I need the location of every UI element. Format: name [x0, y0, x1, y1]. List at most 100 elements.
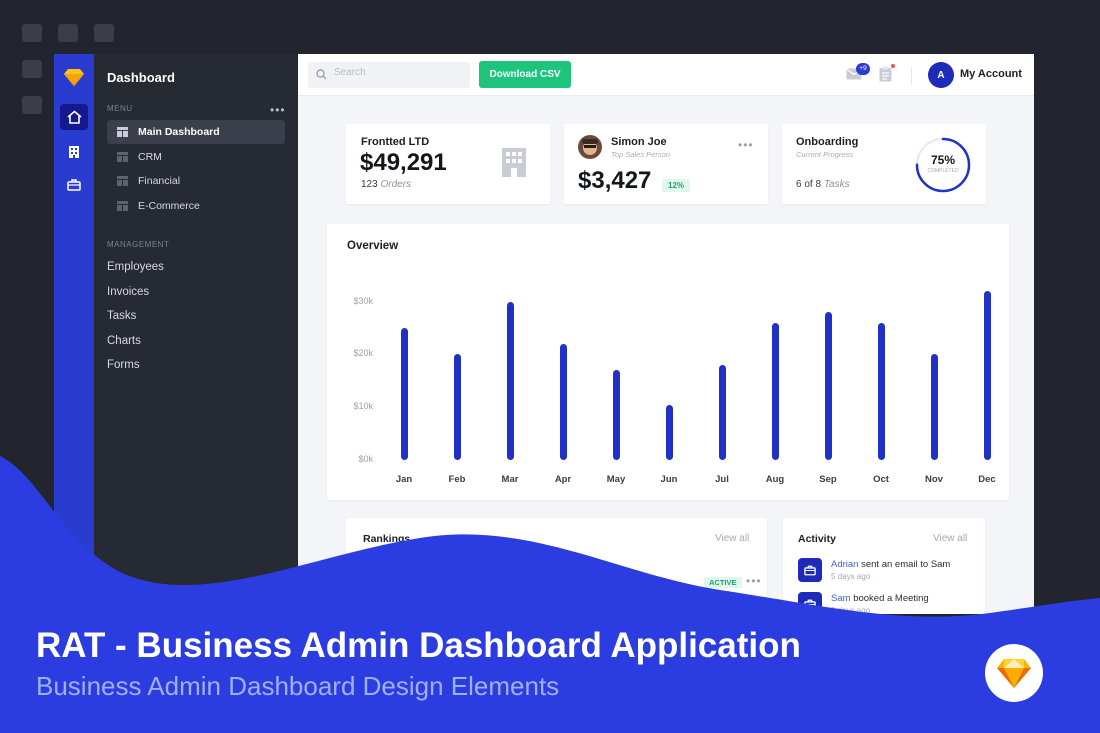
sidebar-item-invoices[interactable]: Invoices: [107, 286, 149, 298]
chart-bar[interactable]: [718, 364, 726, 460]
grid-icon: [117, 176, 128, 186]
icon-rail: [54, 54, 94, 614]
chart-bar[interactable]: [612, 370, 620, 460]
management-section-label: MANAGEMENT: [107, 240, 170, 249]
chart-bar[interactable]: [400, 327, 408, 460]
sidebar-item-employees[interactable]: Employees: [107, 261, 164, 273]
account-avatar[interactable]: A: [928, 62, 954, 88]
notification-dot: [891, 64, 895, 68]
company-name: Frontted LTD: [361, 136, 430, 148]
x-axis-tick: Jun: [660, 474, 678, 485]
clipboard-icon[interactable]: [879, 66, 892, 82]
sidebar-item-e-commerce[interactable]: E-Commerce: [107, 194, 285, 218]
progress-percent: 75%: [930, 153, 956, 167]
x-axis-tick: Sep: [819, 474, 837, 485]
chart-bar[interactable]: [665, 404, 673, 460]
activity-card: Activity View all Adrian sent an email t…: [783, 518, 985, 614]
x-axis-tick: Jan: [395, 474, 413, 485]
background-square: [58, 24, 78, 42]
building-rail-button[interactable]: [60, 138, 88, 164]
x-axis-tick: Jul: [715, 474, 729, 485]
activity-item-icon: [798, 592, 822, 614]
onboarding-card: Onboarding Current Progress 6 of 8 Tasks…: [782, 124, 986, 204]
x-axis-tick: Dec: [978, 474, 996, 485]
chart-bar[interactable]: [877, 322, 885, 460]
search-box: [308, 62, 470, 88]
download-csv-button[interactable]: Download CSV: [479, 61, 571, 88]
activity-title: Activity: [798, 533, 836, 545]
menu-more-icon[interactable]: •••: [270, 103, 286, 117]
sidebar-item-main-dashboard[interactable]: Main Dashboard: [107, 120, 285, 144]
topbar-divider: [911, 67, 912, 85]
person-amount: $3,427: [578, 167, 652, 194]
search-icon: [316, 69, 327, 80]
sidebar-item-tasks[interactable]: Tasks: [107, 310, 136, 322]
activity-user-link[interactable]: Sam: [831, 593, 851, 604]
briefcase-icon: [67, 179, 81, 191]
grid-icon: [117, 152, 128, 162]
chart-bar[interactable]: [983, 291, 991, 460]
x-axis-tick: Mar: [501, 474, 519, 485]
chart-bar[interactable]: [930, 354, 938, 460]
onboarding-subtitle: Current Progress: [796, 150, 854, 159]
briefcase-icon: [804, 599, 816, 609]
building-icon: [502, 148, 526, 177]
x-axis-tick: Apr: [554, 474, 572, 485]
briefcase-rail-button[interactable]: [60, 172, 88, 198]
more-options-icon[interactable]: •••: [738, 138, 754, 152]
main-content: Download CSV +9 A My Account Frontted LT…: [298, 54, 1034, 614]
sketch-diamond-icon: [997, 659, 1031, 688]
sketch-logo-badge: [985, 644, 1043, 702]
x-axis-tick: May: [606, 474, 626, 485]
sidebar-title: Dashboard: [107, 70, 175, 85]
diamond-logo-icon: [64, 69, 84, 86]
top-bar: Download CSV +9 A My Account: [298, 54, 1034, 96]
background-square: [22, 60, 42, 78]
search-input[interactable]: [334, 67, 464, 78]
background-square: [22, 24, 42, 42]
more-options-icon[interactable]: •••: [746, 574, 762, 588]
y-axis-tick: $0k: [358, 454, 373, 464]
status-badge: ACTIVE: [704, 577, 742, 588]
company-stat-card: Frontted LTD $49,291 123 Orders: [346, 124, 550, 204]
company-orders: 123 Orders: [361, 179, 412, 190]
rankings-title: Rankings: [363, 533, 411, 545]
activity-user-link[interactable]: Adrian: [831, 559, 858, 570]
my-account-link[interactable]: My Account: [960, 68, 1022, 80]
activity-item-time: 5 days ago: [831, 606, 871, 614]
y-axis-tick: $20k: [353, 348, 373, 359]
sidebar-item-label: CRM: [138, 151, 162, 163]
person-stat-card: Simon Joe Top Sales Person ••• $3,427 12…: [564, 124, 768, 204]
banner-headline: RAT - Business Admin Dashboard Applicati…: [36, 626, 801, 665]
sidebar-item-charts[interactable]: Charts: [107, 335, 141, 347]
chart-bar[interactable]: [824, 312, 832, 460]
x-axis-tick: Feb: [448, 474, 466, 485]
activity-item-text: Sam booked a Meeting: [831, 593, 929, 604]
chart-bar[interactable]: [453, 354, 461, 460]
activity-item-text: Adrian sent an email to Sam: [831, 559, 951, 570]
y-axis-tick: $30k: [353, 295, 373, 306]
chart-bar[interactable]: [559, 343, 567, 460]
side-navigation: Dashboard MENU ••• Main Dashboard CRM Fi…: [94, 54, 298, 614]
onboarding-title: Onboarding: [796, 136, 859, 148]
sidebar-item-forms[interactable]: Forms: [107, 359, 140, 371]
banner-subline: Business Admin Dashboard Design Elements: [36, 671, 560, 701]
x-axis-tick: Nov: [925, 474, 943, 485]
chart-bar[interactable]: [771, 322, 779, 460]
sidebar-item-label: E-Commerce: [138, 200, 200, 212]
sidebar-item-crm[interactable]: CRM: [107, 145, 285, 169]
activity-view-all-link[interactable]: View all: [933, 533, 967, 544]
growth-badge: 12%: [662, 179, 691, 192]
briefcase-icon: [804, 565, 816, 575]
x-axis-tick: Aug: [765, 474, 785, 485]
company-amount: $49,291: [360, 149, 447, 176]
overview-chart-card: Overview $30k $20k $10k $0k Jan Feb Mar Apr May J…: [327, 224, 1009, 500]
activity-item-time: 5 days ago: [831, 572, 871, 581]
rankings-view-all-link[interactable]: View all: [715, 533, 749, 544]
chart-bar[interactable]: [506, 301, 514, 460]
sidebar-item-label: Main Dashboard: [138, 126, 220, 138]
person-role: Top Sales Person: [611, 150, 670, 159]
home-rail-button[interactable]: [60, 104, 88, 130]
sidebar-item-financial[interactable]: Financial: [107, 169, 285, 193]
activity-item-icon: [798, 558, 822, 582]
